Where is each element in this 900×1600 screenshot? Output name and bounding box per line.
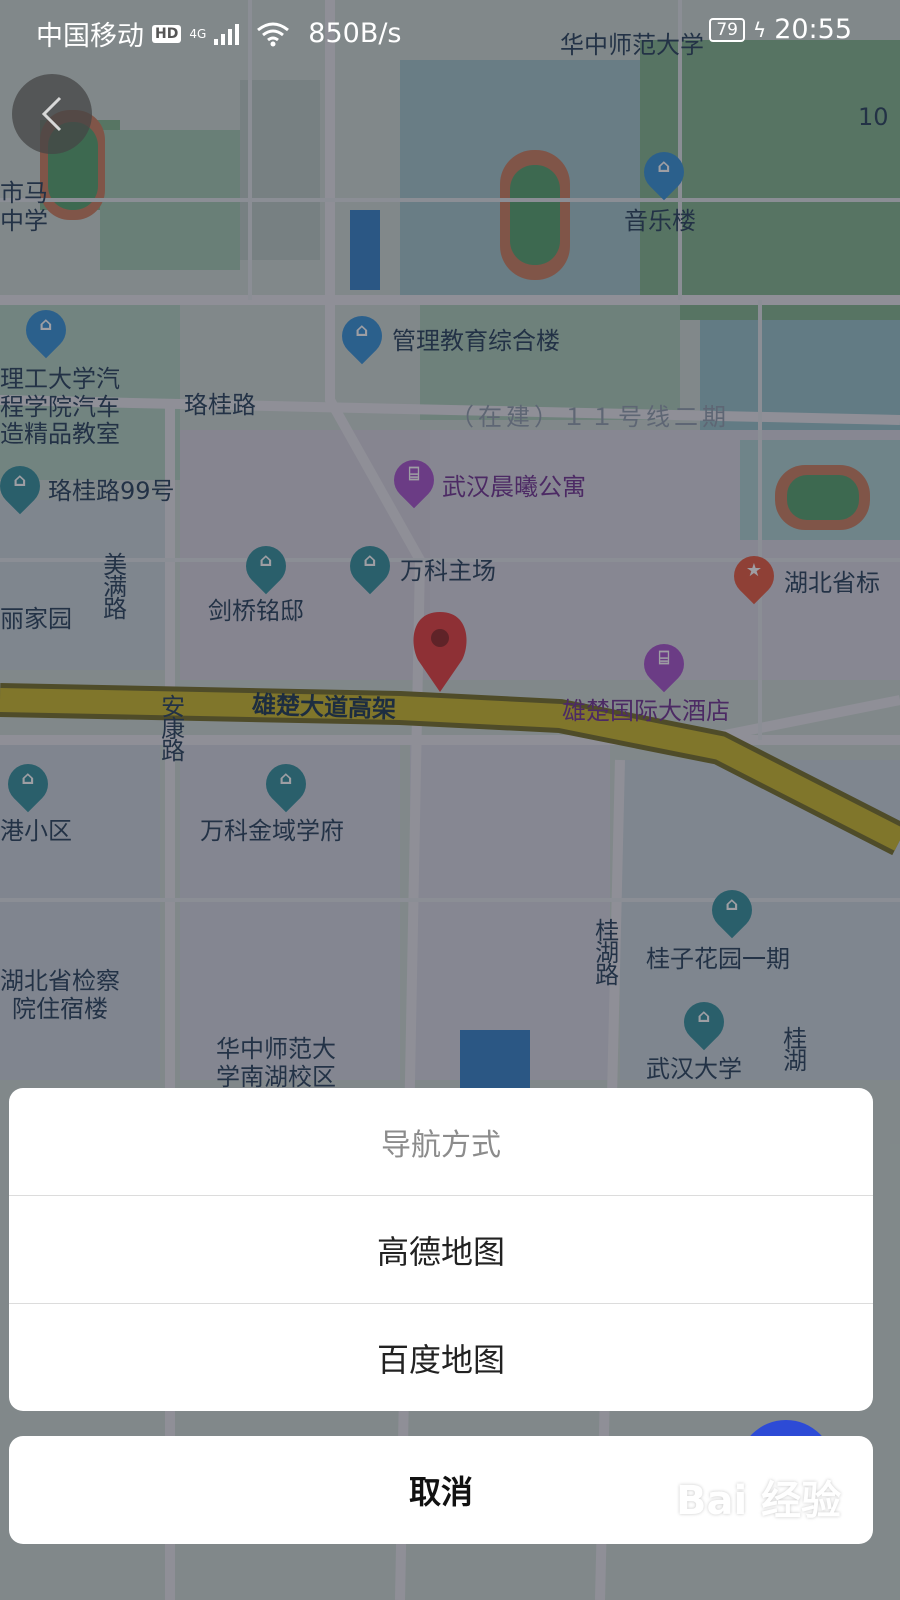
carrier-label: 中国移动 xyxy=(36,21,144,52)
clock: 20:55 xyxy=(774,14,852,45)
network-speed: 850B/s xyxy=(308,18,402,49)
hd-icon: HD xyxy=(152,24,182,43)
wifi-icon xyxy=(257,22,290,46)
baidu-map-option[interactable]: 百度地图 xyxy=(9,1304,873,1411)
battery-icon: 79 xyxy=(709,17,745,42)
signal-icon xyxy=(214,23,240,45)
navigation-action-sheet: 导航方式 高德地图 百度地图 xyxy=(9,1088,873,1411)
sheet-title: 导航方式 xyxy=(9,1088,873,1196)
back-button[interactable] xyxy=(12,74,92,154)
network-type: 4G xyxy=(189,26,207,41)
baidu-jingyan-watermark: Bai 经验 jingyan.baidu.com xyxy=(676,1468,896,1548)
status-bar: 中国移动 HD 4G 850B/s 79 ϟ 20:55 xyxy=(0,0,900,60)
amap-option[interactable]: 高德地图 xyxy=(9,1196,873,1304)
watermark-url: jingyan.baidu.com xyxy=(686,1520,825,1538)
chevron-left-icon xyxy=(41,96,62,132)
watermark-logo: Bai 经验 xyxy=(676,1478,842,1524)
charging-icon: ϟ xyxy=(752,17,767,42)
